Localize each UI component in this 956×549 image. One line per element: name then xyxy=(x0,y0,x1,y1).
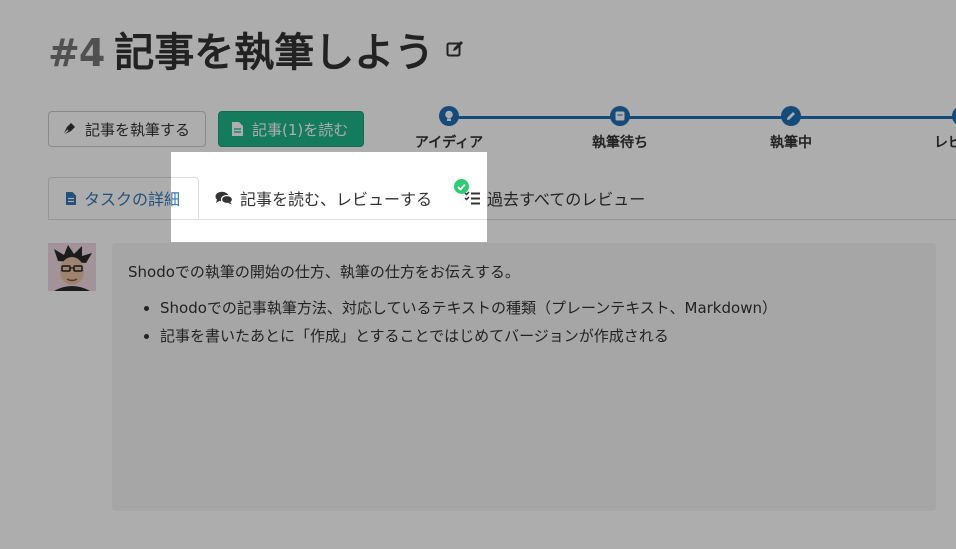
dim-overlay-left xyxy=(0,152,171,242)
dim-overlay-right xyxy=(487,152,956,242)
task-page: #4 記事を執筆しよう 記事を執筆する 記事(1)を読む アイディア 執筆待ち … xyxy=(0,0,956,549)
dim-overlay-bottom xyxy=(0,242,956,549)
tab-read-review-label: 記事を読む、レビューする xyxy=(240,190,433,209)
tab-read-review[interactable]: 記事を読む、レビューする xyxy=(199,177,449,219)
task-list-icon xyxy=(464,191,480,205)
comments-icon xyxy=(215,191,233,205)
dim-overlay-top xyxy=(0,0,956,152)
check-circle-icon xyxy=(454,179,469,194)
